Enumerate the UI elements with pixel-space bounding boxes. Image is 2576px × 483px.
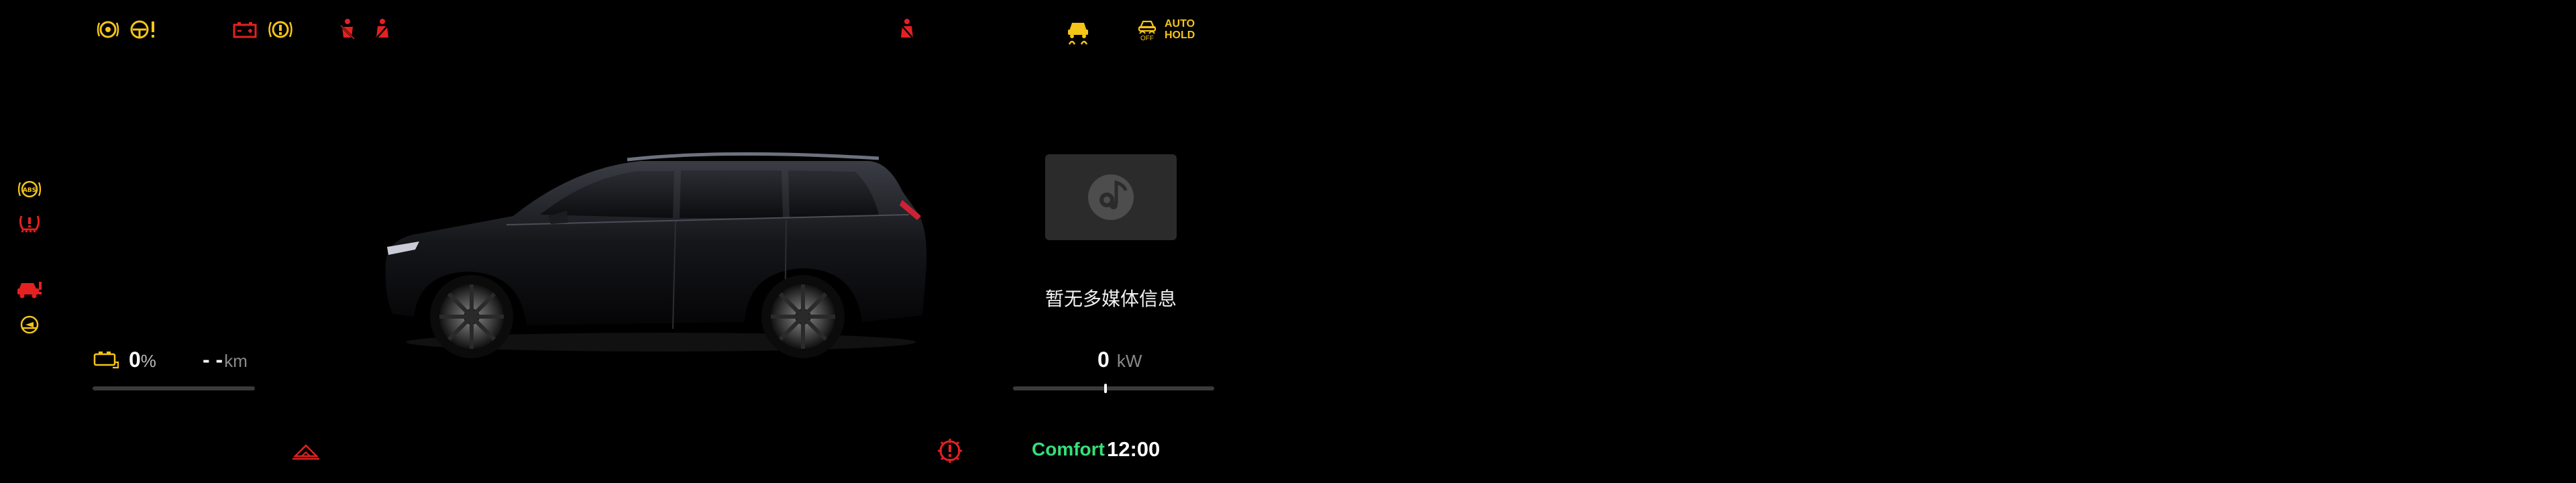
traction-off-label: OFF: [1140, 35, 1154, 42]
battery-percent-value: 0: [129, 347, 141, 372]
power-bar: [1013, 386, 1214, 390]
range-readout: - -km: [203, 347, 248, 374]
traction-control-icon: [1065, 16, 1091, 46]
seatbelt-passenger-icon: [370, 17, 394, 42]
range-value: - -: [203, 347, 223, 372]
seatbelt-rear-icon: [895, 17, 919, 42]
battery-percent-unit: %: [140, 351, 156, 371]
traction-off-icon: OFF: [1134, 17, 1161, 43]
battery-warning-icon: [232, 20, 258, 39]
power-bar-zero-marker: [1104, 384, 1107, 393]
parking-brake-icon: [291, 440, 321, 462]
auto-hold-line2: HOLD: [1165, 30, 1195, 41]
battery-level-bar: [93, 386, 255, 390]
low-beam-icon: [16, 314, 43, 335]
system-fault-icon: [935, 437, 965, 464]
power-unit: kW: [1116, 351, 1142, 371]
power-readout: 0 kW: [1097, 347, 1142, 374]
music-disc-icon: [1088, 174, 1134, 220]
vehicle-image: [372, 141, 936, 362]
svg-text:ABS: ABS: [23, 187, 36, 194]
tire-pressure-warning-icon: [16, 211, 43, 233]
seatbelt-driver-icon: [335, 17, 360, 42]
brake-warning-icon: [266, 18, 295, 41]
power-steering-warning-icon: [129, 19, 161, 40]
auto-hold-indicator: AUTO HOLD: [1165, 18, 1199, 42]
battery-level-icon: [93, 349, 119, 369]
power-value: 0: [1097, 347, 1110, 372]
media-empty-text: 暂无多媒体信息: [1044, 288, 1177, 310]
vehicle-fault-icon: [15, 278, 44, 299]
battery-percent-readout: 0%: [129, 347, 156, 374]
media-album-art-placeholder[interactable]: [1045, 154, 1177, 240]
drive-mode-label[interactable]: Comfort: [1032, 439, 1105, 460]
clock: 12:00: [1107, 437, 1161, 461]
range-unit: km: [224, 351, 248, 371]
abs-icon: ABS: [16, 178, 43, 200]
auto-hold-line1: AUTO: [1165, 18, 1195, 30]
adas-steering-warning-icon: [96, 19, 120, 40]
